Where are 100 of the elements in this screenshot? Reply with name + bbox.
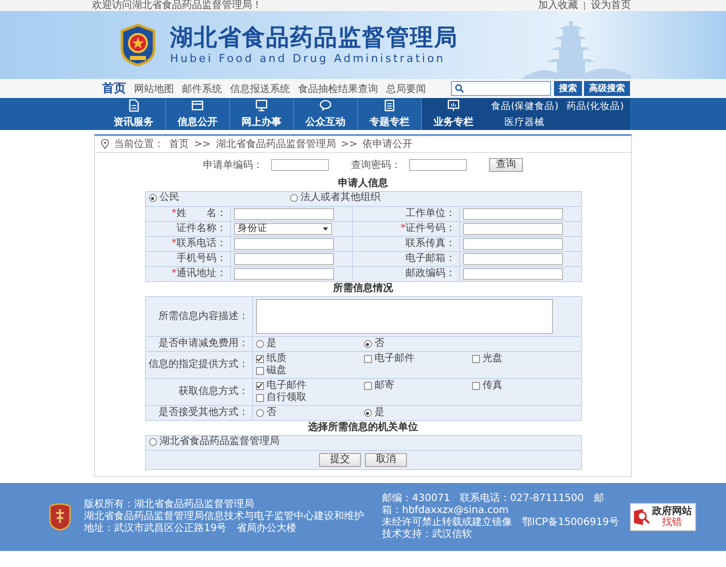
field-label: 信息的指定提供方式： — [148, 359, 248, 370]
search-button[interactable]: 高级搜索 — [584, 81, 630, 96]
breadcrumb-link[interactable]: 依申请公开 — [362, 137, 413, 151]
breadcrumb-label: 当前位置： — [114, 138, 164, 151]
checkbox[interactable] — [256, 367, 264, 375]
field-label: *通讯地址： — [172, 268, 226, 279]
nav-tab-label[interactable]: 专题专栏 — [370, 115, 410, 129]
search-field[interactable] — [451, 81, 551, 96]
footer-text: 邮编：430071 联系电话：027-87111500 邮箱：hbfdaxxzx@sina.com — [382, 493, 605, 516]
top-link[interactable]: 加入收藏 — [538, 0, 578, 11]
option-label[interactable]: 纸质 — [266, 353, 286, 365]
option-label[interactable]: 否 — [374, 338, 384, 350]
nav-link[interactable]: 首页 — [102, 80, 126, 97]
breadcrumb-link[interactable]: 首页 — [169, 137, 189, 151]
radio-button[interactable] — [148, 438, 156, 446]
nav-tab-label[interactable]: 资讯服务 — [114, 115, 154, 129]
field-label: *姓 名： — [172, 208, 226, 219]
section-title: 申请人信息 — [337, 177, 389, 191]
checkbox[interactable] — [256, 382, 264, 390]
option-label[interactable]: 法人或者其他组织 — [300, 192, 380, 204]
report-error-badge[interactable]: 政府网站 找错 — [630, 503, 696, 531]
radio-button[interactable] — [290, 194, 298, 202]
nav-tab-label[interactable]: 网上办事 — [242, 115, 282, 129]
option-label[interactable]: 是 — [374, 407, 384, 419]
field-label: 证件名称： — [176, 223, 226, 234]
nav-tab[interactable]: 公众互动 — [294, 98, 358, 130]
nav-tab[interactable]: 资讯服务 — [102, 98, 166, 130]
search-icon — [455, 84, 464, 93]
input-field[interactable] — [462, 238, 562, 250]
option-label[interactable]: 自行领取 — [266, 392, 306, 404]
nav-tab[interactable]: 网上办事 — [230, 98, 294, 130]
option-label[interactable]: 公民 — [160, 192, 180, 204]
form-button[interactable]: 取消 — [365, 453, 407, 467]
query-button[interactable]: 查询 — [489, 158, 523, 172]
nav-tab-label[interactable]: 信息公开 — [178, 115, 218, 129]
nav-tab-label[interactable]: 公众互动 — [306, 115, 346, 129]
nav-link[interactable]: 网站地图 — [134, 82, 174, 96]
option-label[interactable]: 电子邮件 — [374, 353, 414, 365]
card-icon — [191, 99, 204, 112]
checkbox[interactable] — [472, 355, 480, 363]
radio-button[interactable] — [364, 340, 372, 348]
input-field[interactable] — [462, 268, 562, 280]
field-label: 手机号码： — [176, 253, 226, 264]
badge-subtitle: 找错 — [662, 517, 682, 528]
field-label: 是否申请减免费用： — [158, 338, 248, 349]
site-subtitle: Hubei Food and Drug Administration — [170, 52, 446, 66]
radio-button[interactable] — [256, 409, 264, 417]
input-field[interactable] — [234, 208, 334, 220]
option-label[interactable]: 传真 — [482, 380, 502, 392]
submenu-link[interactable]: 药品(化妆品) — [566, 100, 624, 112]
checkbox[interactable] — [364, 382, 372, 390]
search-button[interactable]: 搜索 — [554, 81, 582, 96]
option-label[interactable]: 邮寄 — [374, 380, 394, 392]
submenu-link[interactable]: 医疗器械 — [504, 116, 545, 128]
radio-button[interactable] — [364, 409, 372, 417]
nav-link[interactable]: 信息报送系统 — [230, 82, 290, 96]
input-field[interactable] — [234, 238, 334, 250]
checkbox[interactable] — [472, 382, 480, 390]
chart-icon — [447, 99, 460, 112]
checkbox[interactable] — [256, 355, 264, 363]
input-field[interactable] — [409, 159, 467, 171]
nav-link[interactable]: 邮件系统 — [182, 82, 222, 96]
field-label: 电子邮箱： — [406, 253, 456, 264]
checkbox[interactable] — [256, 394, 264, 402]
input-field[interactable] — [462, 208, 562, 220]
breadcrumb-link[interactable]: 湖北省食品药品监督管理局 — [216, 137, 336, 151]
radio-button[interactable] — [148, 194, 156, 202]
field-label: 查询密码： — [351, 158, 401, 172]
select-field[interactable]: 身份证 — [234, 223, 332, 235]
submenu-link[interactable]: 食品(保健食品) — [491, 100, 558, 112]
nav-tab-label[interactable]: 业务专栏 — [434, 115, 474, 129]
breadcrumb-separator: >> — [340, 138, 358, 150]
radio-button[interactable] — [256, 340, 264, 348]
nav-link[interactable]: 食品抽检结果查询 — [298, 82, 378, 96]
emblem-icon — [118, 23, 158, 67]
badge-title: 政府网站 — [652, 506, 692, 517]
option-label[interactable]: 磁盘 — [266, 365, 286, 377]
nav-tab[interactable]: 信息公开 — [166, 98, 230, 130]
option-label[interactable]: 是 — [266, 338, 276, 350]
field-label: *证件号码： — [400, 223, 456, 234]
form-button[interactable]: 提交 — [319, 453, 361, 467]
input-field[interactable] — [462, 253, 562, 265]
input-field[interactable] — [234, 253, 334, 265]
text-area[interactable] — [256, 299, 552, 334]
input-field[interactable] — [271, 159, 329, 171]
option-label[interactable]: 否 — [266, 407, 276, 419]
breadcrumb-separator: >> — [194, 138, 211, 150]
top-link[interactable]: 设为首页 — [591, 0, 631, 11]
field-label: *联系电话： — [172, 238, 226, 249]
checkbox[interactable] — [364, 355, 372, 363]
nav-tab[interactable]: 业务专栏 — [422, 98, 485, 130]
option-label[interactable]: 电子邮件 — [266, 380, 306, 392]
nav-link[interactable]: 总局要闻 — [386, 82, 426, 96]
footer-text: 技术支持：武汉信软 — [382, 529, 473, 541]
input-field[interactable] — [462, 223, 562, 235]
footer-text: 未经许可禁止转载或建立镜像 鄂ICP备15006919号 — [382, 517, 620, 528]
caret-icon — [322, 227, 328, 231]
input-field[interactable] — [234, 268, 334, 280]
option-label[interactable]: 光盘 — [482, 353, 502, 365]
chat-icon — [319, 99, 332, 112]
